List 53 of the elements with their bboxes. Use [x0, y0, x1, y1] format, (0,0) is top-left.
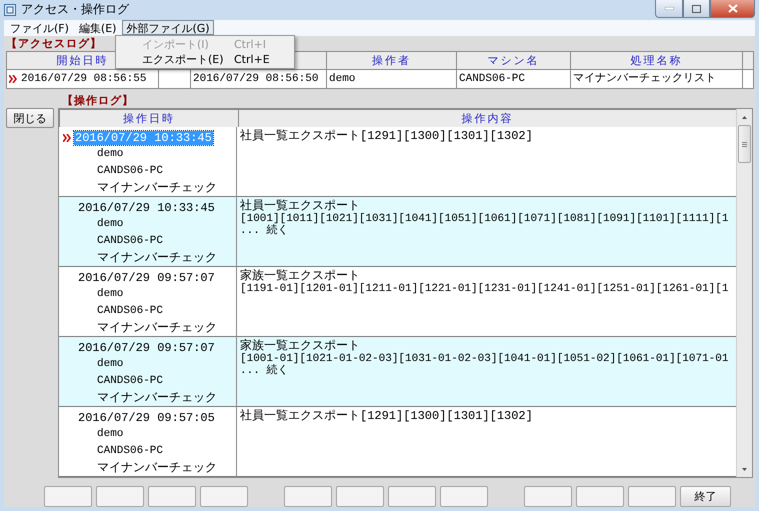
operation-text: 家族一覧エクスポート: [240, 269, 361, 283]
operation-text: 家族一覧エクスポート: [240, 339, 361, 353]
section-title: 【操作ログ】: [61, 93, 134, 108]
operation-text: 社員一覧エクスポート[1291][1300][1301][1302]: [240, 129, 534, 143]
process-text: マイナンバーチェック: [96, 460, 218, 477]
machine-text: CANDS06-PC: [96, 164, 164, 179]
operation-text: [1191-01][1201-01][1211-01][1221-01][1231-01][1241-01][1251-01][1261-01][1: [240, 283, 730, 295]
table-cell: CANDS06-PC: [456, 69, 571, 89]
user-text: demo: [96, 427, 124, 442]
menu-item[interactable]: ファイル(F): [6, 20, 73, 36]
log-row[interactable]: 2016/07/29 10:33:45 demo CANDS06-PC マイナンバーチェック 社員一覧エクスポート [1001][1011][1021][1031][1041][1051][1061][1071][1081][1091][1101][1111][1 ... 続く: [59, 197, 736, 267]
user-text: demo: [96, 147, 124, 162]
column-header: 操作日時: [59, 109, 239, 128]
column-header: 操作者: [326, 51, 457, 70]
machine-text: CANDS06-PC: [96, 304, 164, 319]
operation-text: 社員一覧エクスポート[1291][1300][1301][1302]: [240, 409, 534, 423]
machine-text: CANDS06-PC: [96, 444, 164, 459]
operation-text: [1001][1011][1021][1031][1041][1051][1061][1071][1081][1091][1101][1111][1: [240, 213, 730, 225]
date-text: 2016/07/29 10:33:45: [74, 130, 213, 144]
menu-item[interactable]: 編集(E): [74, 20, 120, 36]
date-text: 2016/07/29 09:57:07: [77, 270, 216, 284]
operation-text: ... 続く: [240, 225, 290, 237]
menu-item[interactable]: 外部ファイル(G): [122, 20, 214, 36]
process-text: マイナンバーチェック: [96, 180, 218, 197]
process-text: マイナンバーチェック: [96, 390, 218, 407]
user-text: demo: [96, 217, 124, 232]
operation-text: ... 続く: [240, 365, 290, 377]
date-text: 2016/07/29 09:57:05: [77, 410, 216, 424]
machine-text: CANDS06-PC: [96, 374, 164, 389]
user-text: demo: [96, 287, 124, 302]
table-cell: 2016/07/29 08:56:50: [190, 69, 327, 89]
log-row[interactable]: 2016/07/29 09:57:05 demo CANDS06-PC マイナンバーチェック 社員一覧エクスポート[1291][1300][1301][1302]: [59, 407, 736, 477]
process-text: マイナンバーチェック: [96, 250, 218, 267]
operation-text: [1001-01][1021-01-02-03][1031-01-02-03][1041-01][1051-02][1061-01][1071-01: [240, 353, 730, 365]
log-row[interactable]: 2016/07/29 10:33:45 demo CANDS06-PC マイナンバーチェック 社員一覧エクスポート[1291][1300][1301][1302]: [59, 127, 736, 197]
close-log-button[interactable]: 閉じる: [6, 108, 54, 128]
machine-text: CANDS06-PC: [96, 234, 164, 249]
table-cell: demo: [326, 69, 457, 89]
table-cell: マイナンバーチェックリスト: [570, 69, 743, 89]
column-header: 処理名称: [570, 51, 743, 70]
exit-button[interactable]: 終了: [680, 486, 731, 507]
section-title: 【アクセスログ】: [6, 36, 102, 51]
log-row[interactable]: 2016/07/29 09:57:07 demo CANDS06-PC マイナンバーチェック 家族一覧エクスポート [1191-01][1201-01][1211-01][1221-01][1231-01][1241-01][1251-01][1261-01][1: [59, 267, 736, 337]
date-text: 2016/07/29 09:57:07: [77, 340, 216, 354]
process-text: マイナンバーチェック: [96, 320, 218, 337]
column-header: マシン名: [456, 51, 571, 70]
table-cell: 2016/07/29 08:56:55: [6, 69, 159, 89]
column-header: 操作内容: [238, 109, 737, 128]
date-text: 2016/07/29 10:33:45: [77, 200, 216, 214]
user-text: demo: [96, 357, 124, 372]
log-row[interactable]: 2016/07/29 09:57:07 demo CANDS06-PC マイナンバーチェック 家族一覧エクスポート [1001-01][1021-01-02-03][1031-01-02-03][1041-01][1051-02][1061-01][1071-01 ... 続く: [59, 337, 736, 407]
operation-text: 社員一覧エクスポート: [240, 199, 361, 213]
window-title: アクセス・操作ログ: [21, 1, 129, 18]
